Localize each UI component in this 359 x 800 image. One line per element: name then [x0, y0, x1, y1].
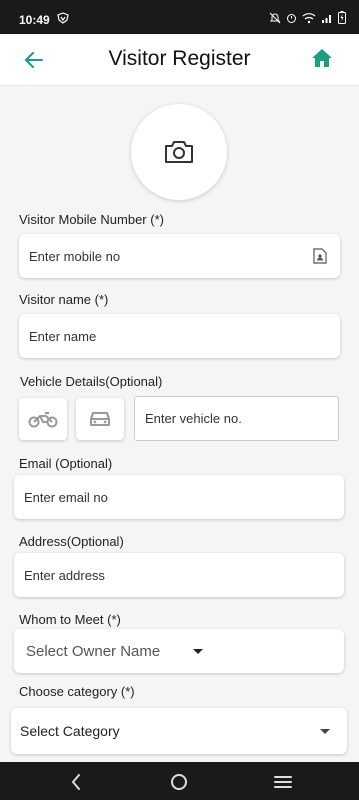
name-input[interactable] — [29, 328, 340, 344]
bike-button[interactable] — [19, 398, 67, 440]
owner-select-value: Select Owner Name — [26, 642, 161, 660]
status-bar: 10:49 — [0, 0, 359, 34]
address-input[interactable] — [24, 567, 344, 583]
mute-icon — [269, 12, 281, 23]
status-icons — [269, 11, 346, 24]
vehicle-field-container — [134, 396, 339, 441]
motorcycle-icon — [28, 412, 58, 428]
home-icon — [312, 49, 332, 67]
vehicle-label: Vehicle Details(Optional) — [20, 374, 163, 389]
battery-charging-icon — [338, 11, 346, 24]
nav-home-icon — [171, 774, 187, 790]
car-button[interactable] — [76, 398, 124, 440]
chevron-down-icon — [193, 649, 203, 654]
app-bar: Visitor Register — [0, 34, 359, 86]
mobile-field-container — [19, 234, 340, 278]
email-field-container — [14, 475, 344, 519]
system-nav-bar — [0, 762, 359, 800]
home-button[interactable] — [311, 48, 335, 72]
category-label: Choose category (*) — [19, 684, 135, 699]
vpn-shield-icon — [57, 12, 69, 24]
email-label: Email (Optional) — [19, 456, 113, 471]
nav-menu-icon — [274, 776, 292, 788]
nav-menu-button[interactable] — [272, 771, 294, 793]
chevron-down-icon — [320, 729, 330, 734]
camera-icon — [165, 141, 193, 163]
nav-back-button[interactable] — [65, 771, 87, 793]
nav-home-button[interactable] — [168, 771, 190, 793]
visitor-photo-button[interactable] — [131, 104, 227, 200]
address-field-container — [14, 553, 344, 597]
name-label: Visitor name (*) — [19, 292, 109, 307]
alarm-icon — [287, 13, 296, 23]
nav-back-icon — [72, 774, 80, 790]
signal-icon — [322, 14, 331, 23]
contact-card-icon[interactable] — [313, 248, 327, 264]
address-label: Address(Optional) — [19, 534, 124, 549]
page-title: Visitor Register — [108, 47, 251, 70]
name-field-container — [19, 314, 340, 358]
meet-label: Whom to Meet (*) — [19, 612, 121, 627]
owner-select[interactable]: Select Owner Name — [14, 629, 344, 673]
category-select-value: Select Category — [20, 723, 120, 739]
status-time: 10:49 — [19, 13, 50, 27]
car-icon — [90, 412, 110, 426]
email-input[interactable] — [24, 489, 344, 505]
wifi-icon — [302, 12, 316, 23]
vehicle-input[interactable] — [145, 411, 338, 426]
mobile-label: Visitor Mobile Number (*) — [19, 212, 164, 227]
category-select[interactable]: Select Category — [11, 708, 347, 754]
mobile-input[interactable] — [29, 248, 340, 264]
